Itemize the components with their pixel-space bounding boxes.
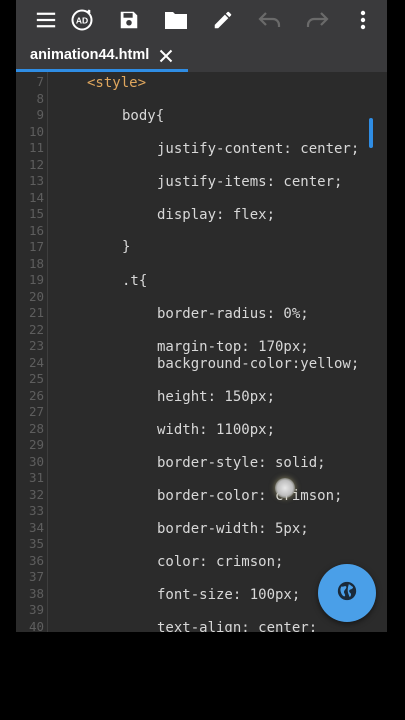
line-number: 27	[28, 404, 44, 419]
code-editor[interactable]: 7 8 9 10 11 12 13 14 15 16 17 18 19 20 2…	[16, 72, 387, 632]
line-number-gutter: 7 8 9 10 11 12 13 14 15 16 17 18 19 20 2…	[16, 72, 48, 632]
code-line: display: flex;	[157, 207, 276, 223]
line-number: 22	[28, 321, 44, 337]
ad-icon[interactable]: AD	[64, 0, 100, 40]
code-line: font-size: 100px;	[157, 587, 301, 603]
code-line: .t{	[122, 273, 148, 289]
line-number: 36	[28, 552, 44, 568]
line-number: 29	[28, 437, 44, 452]
line-number: 14	[28, 189, 44, 205]
line-number: 30	[28, 453, 44, 469]
line-number: 19	[28, 272, 44, 287]
line-number: 39	[28, 602, 44, 617]
line-number: 10	[28, 123, 44, 139]
line-number: 32	[28, 486, 44, 502]
line-number: 23	[28, 338, 44, 353]
code-line: text-align: center;	[157, 620, 318, 632]
code-line: border-radius: 0%;	[157, 306, 309, 322]
code-line: justify-items: center;	[157, 174, 343, 190]
line-number: 16	[28, 222, 44, 238]
tab-animation44[interactable]: animation44.html	[16, 40, 188, 72]
line-number: 35	[28, 536, 44, 551]
save-icon[interactable]	[111, 0, 147, 40]
code-line: justify-content: center;	[157, 141, 360, 157]
folder-icon[interactable]	[158, 0, 194, 40]
close-icon[interactable]	[156, 46, 176, 66]
line-number: 28	[28, 420, 44, 436]
code-line: color: crimson;	[157, 554, 284, 570]
code-line: }	[122, 239, 131, 255]
line-number: 9	[36, 107, 44, 122]
line-number: 21	[28, 305, 44, 320]
line-number: 38	[28, 585, 44, 601]
line-number: 20	[28, 288, 44, 304]
line-number: 18	[28, 255, 44, 271]
letterbox-bottom	[0, 632, 405, 720]
code-line: width: 1100px;	[157, 422, 276, 438]
touch-indicator	[275, 478, 295, 498]
file-tab-bar: animation44.html	[16, 40, 387, 72]
code-line: height: 150px;	[157, 389, 276, 405]
line-number: 13	[28, 173, 44, 188]
line-number: 12	[28, 156, 44, 172]
line-number: 37	[28, 569, 44, 584]
ad-badge-text: AD	[76, 16, 88, 26]
redo-icon[interactable]	[299, 0, 335, 40]
code-line: background-color:yellow;	[157, 356, 360, 372]
line-number: 11	[28, 140, 44, 155]
code-line: border-color: crimson;	[157, 488, 343, 504]
edit-icon[interactable]	[205, 0, 241, 40]
code-line: <style>	[87, 75, 147, 91]
preview-button[interactable]	[318, 564, 376, 622]
line-number: 25	[28, 371, 44, 386]
line-number: 17	[28, 239, 44, 254]
line-number: 7	[36, 74, 44, 89]
code-line: border-style: solid;	[157, 455, 326, 471]
line-number: 24	[28, 354, 44, 370]
globe-icon	[336, 580, 358, 607]
line-number: 15	[28, 206, 44, 221]
undo-icon[interactable]	[252, 0, 288, 40]
line-number: 26	[28, 387, 44, 403]
line-number: 40	[28, 618, 44, 633]
top-toolbar: AD	[16, 0, 387, 40]
line-number: 8	[36, 90, 44, 106]
code-line: border-width: 5px;	[157, 521, 309, 537]
editor-scrollbar[interactable]	[369, 118, 373, 148]
menu-icon[interactable]	[28, 0, 64, 40]
code-line: margin-top: 170px;	[157, 339, 309, 355]
line-number: 33	[28, 503, 44, 518]
line-number: 31	[28, 470, 44, 485]
more-vert-icon[interactable]	[345, 0, 381, 40]
line-number: 34	[28, 519, 44, 535]
code-line: body{	[122, 108, 165, 124]
tab-label: animation44.html	[30, 46, 150, 63]
